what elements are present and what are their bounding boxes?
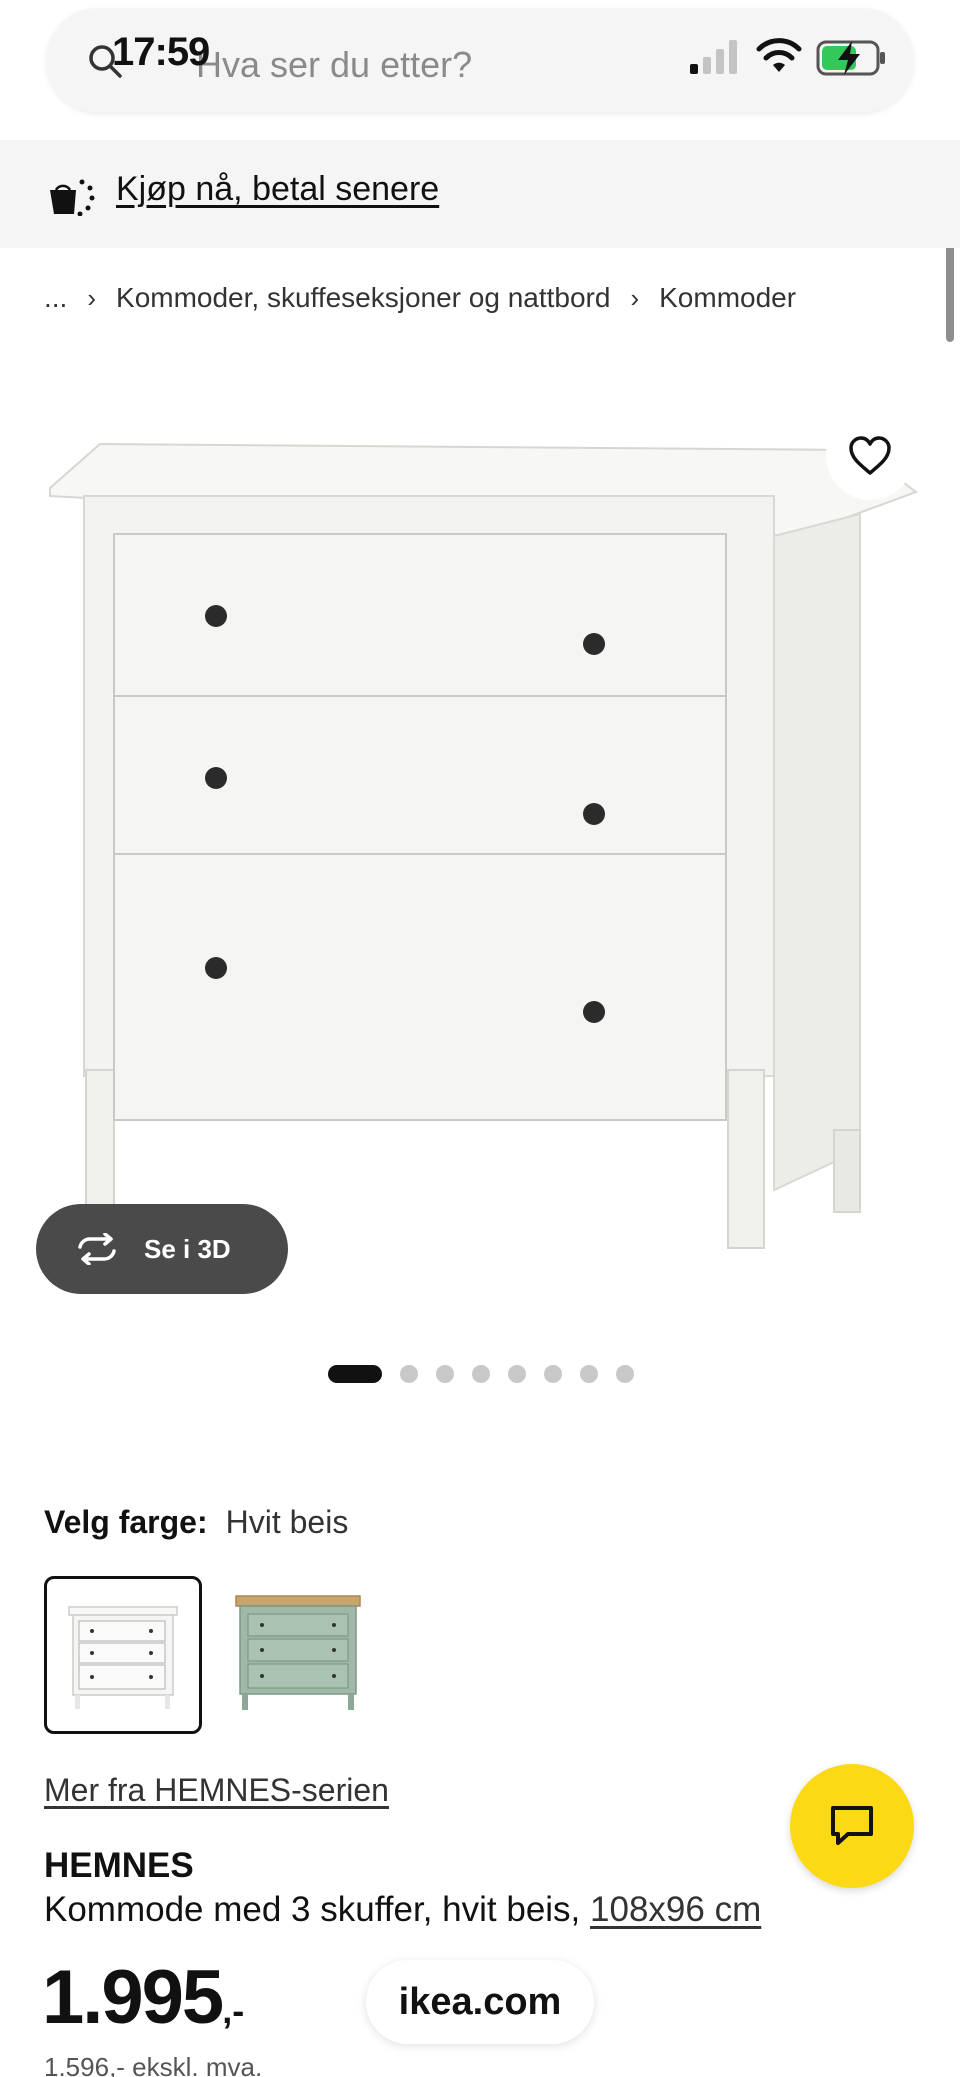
- chat-button[interactable]: [790, 1764, 914, 1888]
- chat-bubble-icon: [831, 1806, 873, 1845]
- price-amount: 1.995: [42, 1955, 224, 2040]
- product-description: Kommode med 3 skuffer, hvit beis, 108x96…: [44, 1890, 761, 1930]
- green-dresser-thumbnail: [235, 1595, 361, 1710]
- favorite-button[interactable]: [826, 412, 914, 500]
- product-size-link[interactable]: 108x96 cm: [590, 1890, 761, 1929]
- selected-color: Hvit beis: [225, 1504, 349, 1540]
- color-swatch-white[interactable]: [44, 1576, 202, 1734]
- color-selector-label: Velg farge: Hvit beis: [44, 1504, 348, 1541]
- carousel-dot[interactable]: [400, 1365, 418, 1383]
- price-excluding-vat: 1.596,- ekskl. mva.: [44, 2052, 263, 2077]
- search-input[interactable]: Hva ser du etter?: [196, 44, 472, 86]
- carousel-dot[interactable]: [580, 1365, 598, 1383]
- color-swatch-green[interactable]: [228, 1576, 386, 1734]
- status-time: 17:59: [112, 30, 210, 74]
- color-label: Velg farge:: [44, 1504, 208, 1540]
- product-price: 1.995 ,-: [42, 1960, 244, 2036]
- carousel-dot[interactable]: [544, 1365, 562, 1383]
- carousel-dot[interactable]: [508, 1365, 526, 1383]
- shopping-bag-icon: [50, 179, 95, 216]
- breadcrumb-ellipsis[interactable]: ...: [44, 282, 67, 314]
- view-in-3d-button[interactable]: Se i 3D: [36, 1204, 288, 1294]
- wifi-icon: [756, 38, 802, 72]
- browser-url-bar[interactable]: ikea.com: [366, 1960, 594, 2044]
- more-from-series-link[interactable]: Mer fra HEMNES-serien: [44, 1772, 389, 1809]
- breadcrumb-item-dressers[interactable]: Kommoder: [659, 282, 796, 314]
- breadcrumb: ... › Kommoder, skuffeseksjoner og nattb…: [44, 278, 796, 318]
- carousel-dot[interactable]: [472, 1365, 490, 1383]
- white-dresser-thumbnail: [68, 1606, 178, 1709]
- rotate-3d-icon: [78, 1233, 116, 1265]
- breadcrumb-item-dressers-category[interactable]: Kommoder, skuffeseksjoner og nattbord: [116, 282, 610, 314]
- view-in-3d-label: Se i 3D: [144, 1233, 231, 1264]
- buy-now-pay-later-link[interactable]: Kjøp nå, betal senere: [116, 170, 439, 209]
- chevron-right-icon: ›: [630, 282, 640, 313]
- carousel-dot[interactable]: [328, 1365, 382, 1383]
- battery-charging-icon: [816, 40, 885, 76]
- carousel-dot[interactable]: [616, 1365, 634, 1383]
- carousel-dot[interactable]: [436, 1365, 454, 1383]
- price-suffix: ,-: [222, 1990, 245, 2031]
- product-name: HEMNES: [44, 1846, 194, 1885]
- cellular-signal-icon: [690, 40, 737, 74]
- chevron-right-icon: ›: [87, 282, 97, 313]
- promo-banner: Kjøp nå, betal senere: [0, 140, 960, 248]
- image-carousel-indicator: [328, 1364, 652, 1384]
- heart-icon: [849, 436, 891, 475]
- product-image[interactable]: [40, 430, 920, 1260]
- product-description-text: Kommode med 3 skuffer, hvit beis,: [44, 1890, 581, 1929]
